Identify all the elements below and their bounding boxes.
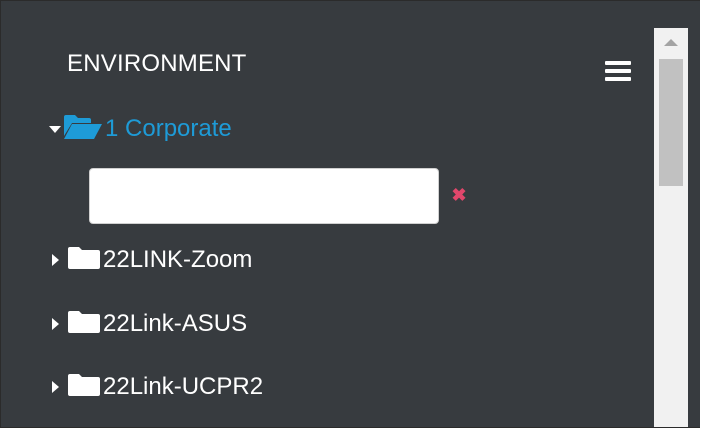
close-icon[interactable]: ✖ — [451, 186, 467, 204]
tree-node-label: 1 Corporate — [105, 115, 232, 142]
tree-node-label: 22LINK-Zoom — [103, 246, 253, 273]
tree-node-label: 22Link-UCPR2 — [103, 373, 264, 400]
caret-down-icon[interactable] — [49, 125, 61, 133]
folder-icon — [67, 373, 101, 402]
caret-right-icon[interactable] — [52, 318, 59, 330]
folder-open-icon — [63, 114, 103, 145]
environment-panel: ENVIRONMENT 1 Corporate ✖ 22LINK-Zoom 22… — [0, 0, 700, 428]
panel-title: ENVIRONMENT — [67, 50, 247, 77]
tree-node-22link-asus[interactable]: 22Link-ASUS — [49, 308, 247, 340]
tree-node-root[interactable]: 1 Corporate — [49, 113, 232, 145]
tree-node-22link-ucpr2[interactable]: 22Link-UCPR2 — [49, 371, 263, 403]
folder-icon — [67, 310, 101, 339]
scrollbar-thumb[interactable] — [659, 59, 683, 186]
tree-node-22link-zoom[interactable]: 22LINK-Zoom — [49, 244, 252, 276]
folder-icon — [67, 246, 101, 275]
vertical-scrollbar[interactable] — [654, 28, 688, 427]
hamburger-menu-icon[interactable] — [605, 61, 631, 81]
caret-right-icon[interactable] — [52, 381, 59, 393]
new-folder-name-input[interactable] — [89, 168, 439, 224]
tree-node-label: 22Link-ASUS — [103, 310, 248, 337]
caret-right-icon[interactable] — [52, 254, 59, 266]
scroll-up-arrow-icon[interactable] — [654, 28, 688, 58]
